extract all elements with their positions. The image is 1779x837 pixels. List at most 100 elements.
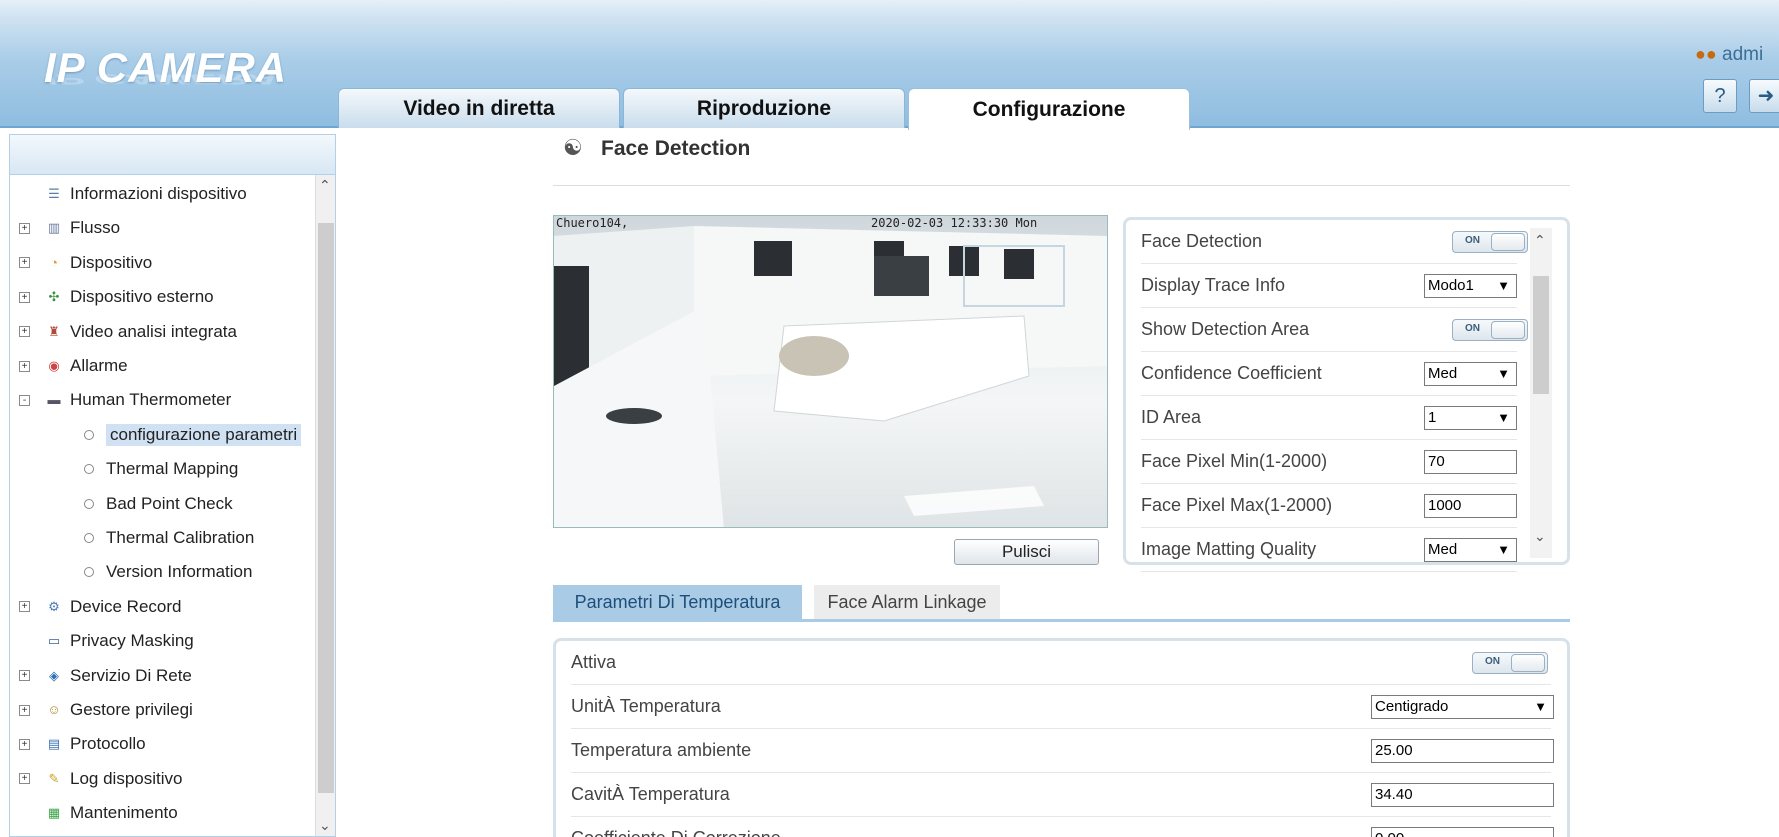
sidebar-scrollbar[interactable]: ⌃ ⌄ [315,175,335,836]
expand-icon[interactable]: + [19,670,30,682]
setting-row: Display Trace Info Modo1 ▼ [1141,264,1517,308]
tab-live-video[interactable]: Video in diretta [338,88,620,128]
scroll-up-icon[interactable]: ⌃ [319,177,331,194]
setting-label: Image Matting Quality [1141,539,1317,559]
sidebar-item[interactable]: + ♜ Video analisi integrata [19,317,237,347]
setting-row: UnitÀ Temperatura Centigrado ▼ [571,685,1554,729]
sidebar-item[interactable]: + ◈ Servizio Di Rete [19,661,192,691]
record-icon: ⚙ [48,598,60,614]
scrollbar-thumb[interactable] [318,223,334,793]
leaf-node-icon [84,567,94,578]
temperature-unit-select[interactable]: Centigrado ▼ [1371,695,1554,719]
sidebar-item[interactable]: + ☺ Gestore privilegi [19,695,193,725]
face-pixel-max-input[interactable]: 1000 [1424,494,1517,518]
sidebar-item[interactable]: ☰ Informazioni dispositivo [44,179,247,209]
sidebar-item[interactable]: + ⚙ Device Record [19,592,182,622]
logout-button[interactable]: ➜ [1749,79,1779,113]
sidebar-item-label: configurazione parametri [106,423,302,446]
tab-configuration[interactable]: Configurazione [908,88,1190,130]
scroll-down-icon[interactable]: ⌄ [1534,528,1546,545]
setting-row: Face Pixel Max(1-2000) 1000 [1141,484,1517,528]
sidebar-item-label: Gestore privilegi [70,700,193,719]
expand-icon[interactable]: + [19,773,30,785]
id-area-select[interactable]: 1 ▼ [1424,406,1517,430]
expand-icon[interactable]: + [19,360,30,372]
user-info[interactable]: ●● admi [1679,44,1779,74]
setting-label: Face Pixel Min(1-2000) [1141,451,1328,471]
subtab-label: Face Alarm Linkage [827,591,987,612]
dropdown-arrow-icon: ▼ [1534,699,1547,714]
sidebar-item[interactable]: ▦ Mantenimento [44,798,178,828]
expand-icon[interactable]: + [19,601,30,613]
tab-label: Riproduzione [696,96,832,120]
cavity-temperature-input[interactable]: 34.40 [1371,783,1554,807]
sidebar-item-label: Flusso [70,218,121,238]
sidebar-subitem[interactable]: configurazione parametri [84,420,302,450]
sidebar-subitem[interactable]: Thermal Calibration [84,523,254,553]
setting-label: ID Area [1141,407,1202,427]
setting-label: Face Pixel Max(1-2000) [1141,495,1333,515]
sidebar-subitem[interactable]: Bad Point Check [84,489,233,519]
help-button[interactable]: ? [1703,79,1737,113]
dropdown-arrow-icon: ▼ [1497,542,1510,557]
privacy-mask-icon: ▭ [47,633,61,649]
settings-scrollbar[interactable]: ⌃ ⌄ [1530,228,1552,558]
setting-row: Temperatura ambiente 25.00 [571,729,1554,773]
expand-icon[interactable]: + [19,704,30,716]
temperature-settings: Attiva ON UnitÀ Temperatura Centigrado ▼ … [553,638,1570,837]
subtab-label: Parametri Di Temperatura [574,591,781,612]
enable-toggle[interactable]: ON [1472,652,1548,674]
show-detection-area-toggle[interactable]: ON [1452,319,1528,341]
clear-button[interactable]: Pulisci [954,539,1099,565]
external-device-icon: ✣ [48,289,60,305]
page-title: Face Detection [601,137,751,160]
setting-row: Face Detection ON [1141,220,1528,264]
sidebar-item-label: Dispositivo [70,252,153,272]
sidebar-subitem[interactable]: Thermal Mapping [84,454,238,484]
user-name: admi [1722,44,1764,65]
ambient-temperature-input[interactable]: 25.00 [1371,739,1554,763]
expand-icon[interactable]: + [19,257,30,269]
collapse-icon[interactable]: - [19,394,30,406]
sidebar-item-label: Video analisi integrata [70,321,237,341]
scrollbar-thumb[interactable] [1533,276,1549,394]
expand-icon[interactable]: + [19,291,30,303]
sidebar-item[interactable]: + ◔ Dispositivo [19,248,153,278]
sidebar-item-label: Thermal Calibration [106,528,255,547]
expand-icon[interactable]: + [19,738,30,750]
sidebar-item-label: Log dispositivo [70,768,183,788]
sidebar-item[interactable]: + ▥ Flusso [19,213,121,243]
leaf-node-icon [84,464,94,475]
subtab-temperature-params[interactable]: Parametri Di Temperatura [553,585,802,619]
sidebar-item-label: Protocollo [70,734,146,754]
video-preview[interactable]: Chuero104, 2020-02-03 12:33:30 Mon [553,215,1108,528]
display-trace-info-select[interactable]: Modo1 ▼ [1424,274,1517,298]
sidebar-header [10,135,335,175]
setting-label: CavitÀ Temperatura [571,784,730,804]
tab-playback[interactable]: Riproduzione [623,88,905,128]
sidebar-item[interactable]: + ▤ Protocollo [19,729,146,759]
face-detection-toggle[interactable]: ON [1452,231,1528,253]
sidebar-item[interactable]: + ✣ Dispositivo esterno [19,282,214,312]
image-matting-quality-select[interactable]: Med ▼ [1424,538,1517,562]
sidebar-item[interactable]: - ▬ Human Thermometer [19,385,231,415]
subtab-face-alarm-linkage[interactable]: Face Alarm Linkage [814,585,1000,619]
confidence-coefficient-select[interactable]: Med ▼ [1424,362,1517,386]
sidebar-subitem[interactable]: Version Information [84,557,252,587]
sidebar-item[interactable]: ▭ Privacy Masking [44,626,194,656]
expand-icon[interactable]: + [19,222,30,234]
config-sidebar: ☰ Informazioni dispositivo + ▥ Flusso + ◔ Dispo… [9,134,336,837]
correction-coefficient-input[interactable]: 0.00 [1371,827,1554,837]
tab-label: Configurazione [972,97,1126,121]
setting-row: Attiva ON [571,641,1551,685]
log-icon: ✎ [48,770,60,786]
scroll-down-icon[interactable]: ⌄ [319,817,331,834]
face-detection-settings: Face Detection ON Display Trace Info Mod… [1123,217,1570,572]
setting-label: Attiva [571,652,617,672]
sidebar-item[interactable]: + ✎ Log dispositivo [19,764,183,794]
sidebar-item[interactable]: + ◉ Allarme [19,351,128,381]
face-pixel-min-input[interactable]: 70 [1424,450,1517,474]
app-header: IP CAMERA IP CAMERA Video in diretta Rip… [0,0,1779,130]
expand-icon[interactable]: + [19,326,30,338]
scroll-up-icon[interactable]: ⌃ [1534,232,1546,249]
